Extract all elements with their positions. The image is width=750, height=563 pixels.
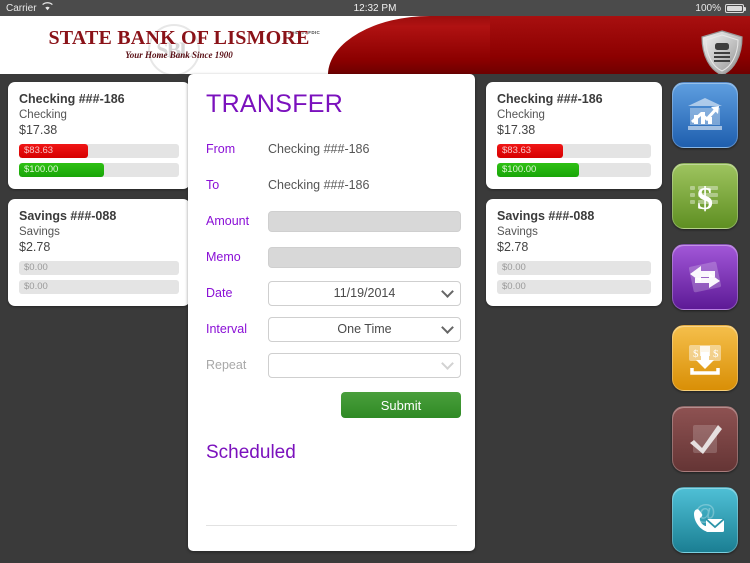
account-bar: $0.00	[19, 280, 179, 294]
svg-text:$: $	[697, 180, 713, 216]
date-value: 11/19/2014	[333, 286, 396, 300]
from-account-value[interactable]: Checking ###-186	[268, 142, 369, 156]
to-row: To Checking ###-186	[206, 167, 461, 203]
rail-button-contact[interactable]: @	[672, 487, 738, 553]
submit-button[interactable]: Submit	[341, 392, 461, 418]
account-bar: $83.63	[19, 144, 179, 158]
svg-text:$: $	[713, 348, 719, 360]
transfer-form-panel: TRANSFER From Checking ###-186 To Checki…	[188, 74, 475, 551]
scheduled-list	[206, 486, 461, 551]
account-bar-label: $0.00	[502, 281, 526, 292]
chevron-down-icon	[441, 357, 454, 370]
accounts-overview-icon	[684, 95, 726, 135]
shield-bank-icon	[700, 30, 744, 74]
account-bar: $0.00	[497, 261, 651, 275]
account-balance: $17.38	[19, 123, 58, 137]
rail-button-transfer[interactable]	[672, 244, 738, 310]
chevron-down-icon	[441, 321, 454, 334]
memo-label: Memo	[206, 250, 241, 264]
account-bar: $0.00	[19, 261, 179, 275]
battery-icon	[725, 3, 746, 13]
clock: 12:32 PM	[353, 2, 397, 14]
svg-text:$: $	[693, 348, 699, 360]
rail-button-approvals[interactable]	[672, 406, 738, 472]
account-bar-label: $100.00	[24, 164, 59, 175]
account-type: Savings	[497, 226, 538, 238]
account-balance: $17.38	[497, 123, 536, 137]
bank-logo: SBL Member FDIC STATE BANK OF LISMORE Yo…	[44, 24, 320, 74]
memo-row: Memo	[206, 239, 461, 275]
rail-button-deposit[interactable]: $ $	[672, 325, 738, 391]
account-bar: $83.63	[497, 144, 651, 158]
account-title: Checking ###-186	[497, 92, 603, 106]
account-bar-label: $0.00	[502, 262, 526, 273]
account-bar: $100.00	[19, 163, 179, 177]
memo-input[interactable]	[268, 246, 461, 268]
icon-rail: $ $ $ @	[672, 82, 742, 563]
accounts-column-right: Checking ###-186 Checking $17.38 $83.63 …	[486, 82, 662, 316]
account-bar-label: $100.00	[502, 164, 537, 175]
scheduled-heading: Scheduled	[206, 442, 296, 463]
status-bar-left: Carrier	[6, 2, 53, 14]
account-card[interactable]: Checking ###-186 Checking $17.38 $83.63 …	[486, 82, 662, 189]
app-header: SBL Member FDIC STATE BANK OF LISMORE Yo…	[0, 16, 750, 74]
to-account-value[interactable]: Checking ###-186	[268, 178, 369, 192]
page-title: TRANSFER	[206, 90, 344, 118]
submit-row: Submit	[206, 383, 461, 418]
from-label: From	[206, 142, 236, 156]
carrier-label: Carrier	[6, 2, 37, 14]
account-type: Savings	[19, 226, 60, 238]
status-bar: Carrier 12:32 PM 100%	[0, 0, 750, 16]
rail-button-payments[interactable]: $	[672, 163, 738, 229]
amount-row: Amount	[206, 203, 461, 239]
account-title: Savings ###-088	[497, 209, 595, 223]
accounts-column-left: Checking ###-186 Checking $17.38 $83.63 …	[8, 82, 190, 316]
account-type: Checking	[19, 109, 67, 121]
account-bar: $0.00	[497, 280, 651, 294]
amount-label: Amount	[206, 214, 250, 228]
status-bar-right: 100%	[695, 2, 746, 14]
bank-tagline: Your Home Bank Since 1900	[125, 50, 233, 60]
from-row: From Checking ###-186	[206, 131, 461, 167]
account-bar-label: $0.00	[24, 281, 48, 292]
account-card[interactable]: Checking ###-186 Checking $17.38 $83.63 …	[8, 82, 190, 189]
chevron-down-icon	[441, 285, 454, 298]
scheduled-list-item	[206, 526, 457, 551]
date-select[interactable]: 11/19/2014	[268, 280, 461, 306]
approvals-check-icon	[684, 419, 726, 459]
deposit-icon: $ $	[684, 338, 726, 378]
bank-name: STATE BANK OF LISMORE	[48, 27, 310, 49]
interval-row: Interval One Time	[206, 311, 461, 347]
transfer-arrows-icon	[684, 257, 726, 297]
interval-value: One Time	[337, 322, 392, 336]
payments-dollar-icon: $	[684, 176, 726, 216]
account-bar: $100.00	[497, 163, 651, 177]
date-label: Date	[206, 286, 233, 300]
repeat-select	[268, 352, 461, 378]
account-bar-label: $0.00	[24, 262, 48, 273]
interval-label: Interval	[206, 322, 247, 336]
account-bar-label: $83.63	[24, 145, 54, 156]
interval-select[interactable]: One Time	[268, 316, 461, 342]
repeat-label: Repeat	[206, 358, 247, 372]
date-row: Date 11/19/2014	[206, 275, 461, 311]
account-balance: $2.78	[497, 240, 529, 254]
contact-us-icon: @	[684, 500, 726, 540]
amount-input[interactable]	[268, 210, 461, 232]
rail-button-accounts[interactable]	[672, 82, 738, 148]
account-type: Checking	[497, 109, 545, 121]
account-title: Savings ###-088	[19, 209, 117, 223]
to-label: To	[206, 178, 220, 192]
main-stage: Checking ###-186 Checking $17.38 $83.63 …	[0, 74, 750, 563]
account-card[interactable]: Savings ###-088 Savings $2.78 $0.00 $0.0…	[486, 199, 662, 306]
scheduled-list-item	[206, 486, 457, 526]
battery-percent: 100%	[695, 2, 721, 14]
wifi-icon	[41, 2, 53, 14]
repeat-row: Repeat	[206, 347, 461, 383]
account-balance: $2.78	[19, 240, 51, 254]
account-card[interactable]: Savings ###-088 Savings $2.78 $0.00 $0.0…	[8, 199, 190, 306]
account-bar-label: $83.63	[502, 145, 532, 156]
account-title: Checking ###-186	[19, 92, 125, 106]
